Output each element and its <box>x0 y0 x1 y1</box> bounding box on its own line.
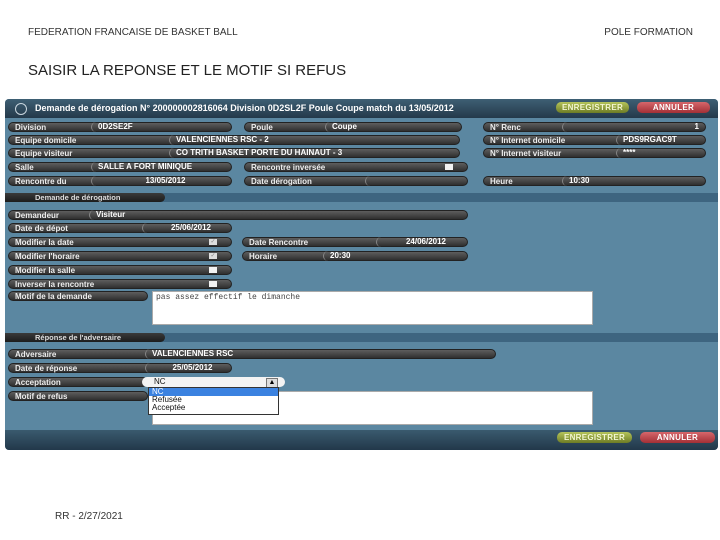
panel-title: Demande de dérogation N° 200000002816064… <box>35 103 454 113</box>
panel-footer: ENREGISTRER ANNULER <box>5 430 718 450</box>
derogation-panel: Demande de dérogation N° 200000002816064… <box>5 99 718 450</box>
field-label: Date dérogation <box>251 177 312 186</box>
field-label: N° Internet domicile <box>490 136 566 145</box>
field-rencontre-du: Rencontre du 13/05/2012 <box>8 176 232 186</box>
field-label: Inverser la rencontre <box>15 280 95 289</box>
date-renc-value: 24/06/2012 <box>376 237 469 247</box>
field-label: Rencontre du <box>15 177 67 186</box>
field-label: Horaire <box>249 252 278 261</box>
field-label: Equipe domicile <box>15 136 77 145</box>
date-depot-value: 25/06/2012 <box>142 223 233 233</box>
equipe-vis-value: CO TRITH BASKET PORTE DU HAINAUT - 3 <box>169 148 461 158</box>
field-label: Salle <box>15 163 34 172</box>
demandeur-value: Visiteur <box>89 210 469 220</box>
section-demande: Demande de dérogation <box>5 193 718 202</box>
logo-icon <box>15 103 27 115</box>
mod-salle-checkbox[interactable] <box>209 267 217 273</box>
section-title: Réponse de l'adversaire <box>5 333 165 342</box>
date-derog-value <box>365 176 469 186</box>
field-num-renc: N° Renc 1 <box>483 122 706 132</box>
field-label: Poule <box>251 123 273 132</box>
field-date-depot: Date de dépot 25/06/2012 <box>8 223 232 233</box>
save-button[interactable]: ENREGISTRER <box>557 432 632 443</box>
field-label: Modifier la date <box>15 238 74 247</box>
field-label: Acceptation <box>15 378 61 387</box>
field-date-renc: Date Rencontre 24/06/2012 <box>242 237 468 247</box>
slide-footer: RR - 2/27/2021 <box>55 511 123 522</box>
acceptation-select[interactable]: NC <box>142 377 285 387</box>
org-name: FEDERATION FRANCAISE DE BASKET BALL <box>28 27 238 38</box>
division-value: 0D2SE2F <box>91 122 233 132</box>
field-motif: Motif de la demande <box>8 291 148 301</box>
section-reponse: Réponse de l'adversaire <box>5 333 718 342</box>
field-adversaire: Adversaire VALENCIENNES RSC <box>8 349 496 359</box>
field-label: Date de réponse <box>15 364 78 373</box>
field-date-derog: Date dérogation <box>244 176 468 186</box>
field-label: Equipe visiteur <box>15 149 73 158</box>
section-title: Demande de dérogation <box>5 193 165 202</box>
internet-vis-value: **** <box>616 148 707 158</box>
internet-dom-value: PDS9RGAC9T <box>616 135 707 145</box>
field-label: Adversaire <box>15 350 57 359</box>
date-rep-value: 25/05/2012 <box>145 363 233 373</box>
field-label: N° Internet visiteur <box>490 149 562 158</box>
field-horaire: Horaire 20:30 <box>242 251 468 261</box>
option-acceptee[interactable]: Acceptée <box>149 404 278 412</box>
field-label: Demandeur <box>15 211 60 220</box>
field-motif-refus: Motif de refus <box>8 391 148 401</box>
adversaire-value: VALENCIENNES RSC <box>145 349 497 359</box>
field-label: Motif de refus <box>15 392 68 401</box>
horaire-value: 20:30 <box>323 251 469 261</box>
field-internet-vis: N° Internet visiteur **** <box>483 148 706 158</box>
motif-demande-textarea[interactable]: pas assez effectif le dimanche <box>152 291 593 325</box>
field-label: Modifier l'horaire <box>15 252 80 261</box>
field-demandeur: Demandeur Visiteur <box>8 210 468 220</box>
acceptation-options: NC Refusée Acceptée <box>148 387 279 415</box>
mod-horaire-checkbox[interactable]: ✓ <box>209 253 217 259</box>
poule-value: Coupe <box>325 122 463 132</box>
field-salle: Salle SALLE A FORT MINIQUE <box>8 162 232 172</box>
field-mod-salle: Modifier la salle <box>8 265 232 275</box>
field-label: Division <box>15 123 47 132</box>
equipe-dom-value: VALENCIENNES RSC - 2 <box>169 135 461 145</box>
field-inversee: Rencontre inversée <box>244 162 468 172</box>
heure-value: 10:30 <box>562 176 707 186</box>
field-label: Date de dépot <box>15 224 68 233</box>
field-acceptation: Acceptation <box>8 377 148 387</box>
dept-name: POLE FORMATION <box>604 27 693 38</box>
inverser-checkbox[interactable] <box>209 281 217 287</box>
field-label: Date Rencontre <box>249 238 309 247</box>
panel-header: Demande de dérogation N° 200000002816064… <box>5 99 718 118</box>
field-internet-dom: N° Internet domicile PDS9RGAC9T <box>483 135 706 145</box>
field-equipe-dom: Equipe domicile VALENCIENNES RSC - 2 <box>8 135 460 145</box>
cancel-button[interactable]: ANNULER <box>640 432 715 443</box>
inversee-checkbox[interactable] <box>445 164 453 170</box>
field-inverser: Inverser la rencontre <box>8 279 232 289</box>
field-label: Heure <box>490 177 513 186</box>
field-date-rep: Date de réponse 25/05/2012 <box>8 363 232 373</box>
field-mod-date: Modifier la date ✓ <box>8 237 232 247</box>
field-label: Motif de la demande <box>15 292 92 301</box>
mod-date-checkbox[interactable]: ✓ <box>209 239 217 245</box>
field-equipe-vis: Equipe visiteur CO TRITH BASKET PORTE DU … <box>8 148 460 158</box>
field-label: Rencontre inversée <box>251 163 326 172</box>
salle-value: SALLE A FORT MINIQUE <box>91 162 233 172</box>
field-heure: Heure 10:30 <box>483 176 706 186</box>
num-renc-value: 1 <box>562 122 707 132</box>
field-mod-horaire: Modifier l'horaire ✓ <box>8 251 232 261</box>
slide-title: SAISIR LA REPONSE ET LE MOTIF SI REFUS <box>28 62 347 79</box>
save-button-top[interactable]: ENREGISTRER <box>556 102 629 113</box>
field-label: Modifier la salle <box>15 266 76 275</box>
field-label: N° Renc <box>490 123 521 132</box>
field-poule: Poule Coupe <box>244 122 462 132</box>
field-division: Division 0D2SE2F <box>8 122 232 132</box>
rencontre-du-value: 13/05/2012 <box>91 176 233 186</box>
cancel-button-top[interactable]: ANNULER <box>637 102 710 113</box>
